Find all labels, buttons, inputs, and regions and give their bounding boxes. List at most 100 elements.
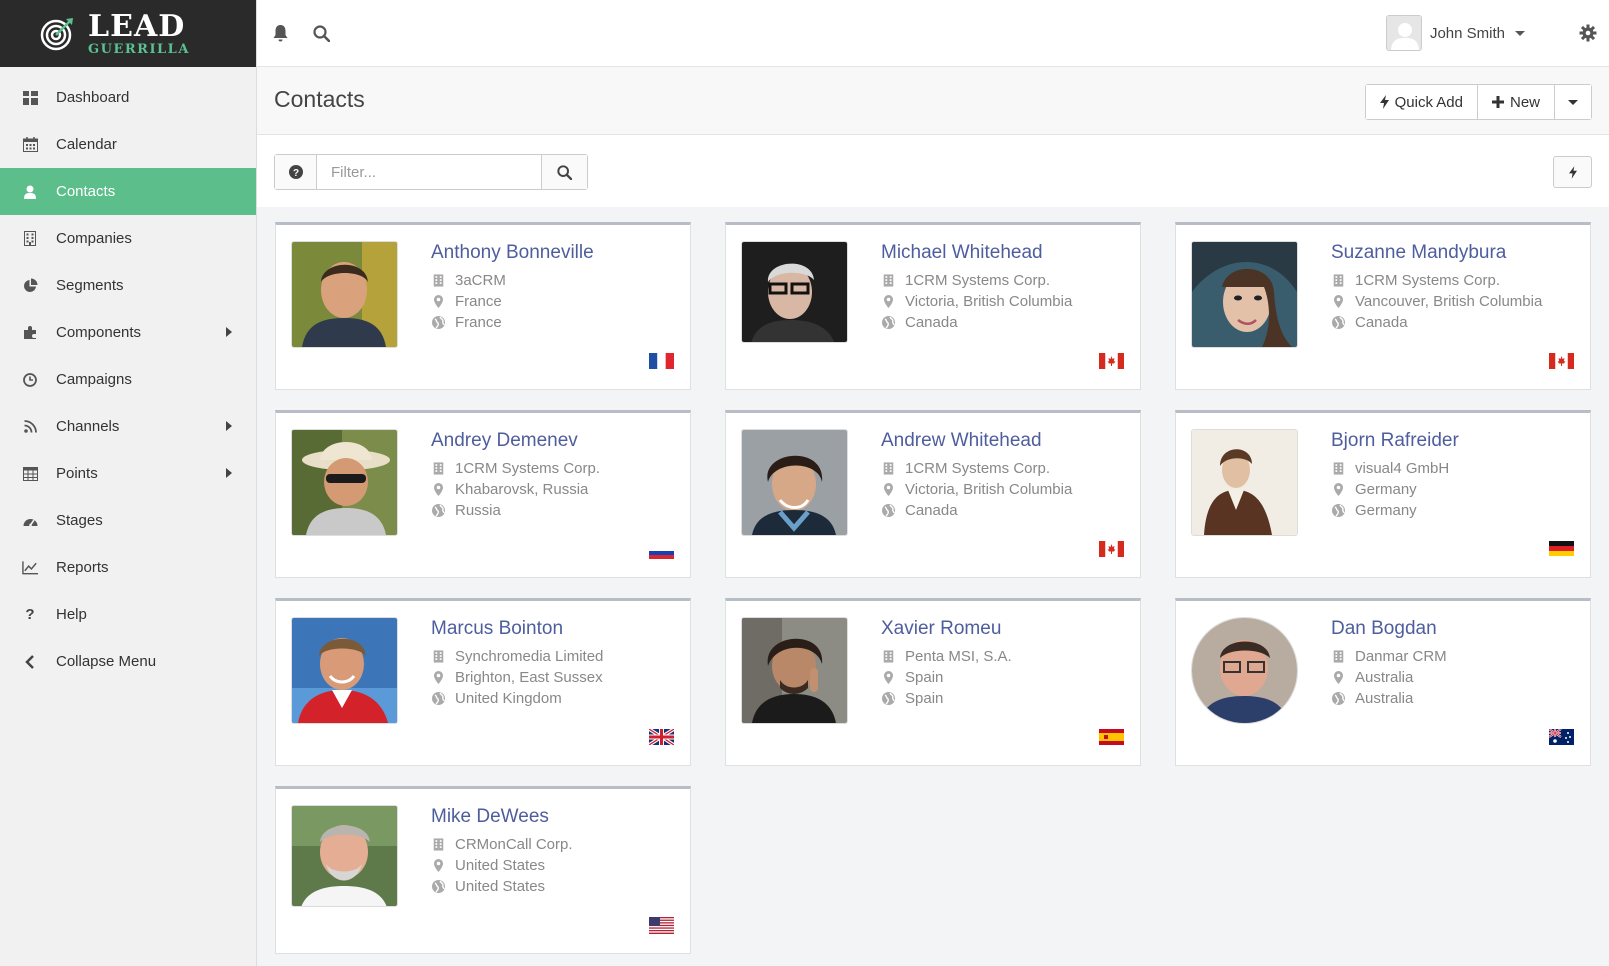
contact-country: Canada (905, 502, 958, 519)
contact-company-row: CRMonCall Corp. (431, 836, 573, 853)
map-marker-icon (431, 295, 445, 309)
logo[interactable]: LEAD GUERRILLA (0, 0, 256, 67)
contact-location-row: Australia (1331, 669, 1413, 686)
filter-search-button[interactable] (541, 155, 587, 189)
contact-card[interactable]: Xavier Romeu Penta MSI, S.A. Spain Spain (725, 598, 1141, 766)
more-actions-button[interactable] (1555, 85, 1591, 119)
contact-country: France (455, 314, 502, 331)
contact-card[interactable]: Andrey Demenev 1CRM Systems Corp. Khabar… (275, 410, 691, 578)
sidebar-item-segments[interactable]: Segments (0, 262, 256, 309)
contact-location-row: Khabarovsk, Russia (431, 481, 588, 498)
contact-country-row: Canada (1331, 314, 1408, 331)
sidebar-item-calendar[interactable]: Calendar (0, 121, 256, 168)
contact-company-row: Danmar CRM (1331, 648, 1447, 665)
contact-card[interactable]: Andrew Whitehead 1CRM Systems Corp. Vict… (725, 410, 1141, 578)
contact-location: Khabarovsk, Russia (455, 481, 589, 498)
map-marker-icon (1331, 483, 1345, 497)
sidebar-item-label: Contacts (56, 183, 116, 200)
contact-card[interactable]: Suzanne Mandybura 1CRM Systems Corp. Van… (1175, 222, 1591, 390)
contact-name[interactable]: Dan Bogdan (1331, 618, 1437, 640)
contact-card[interactable]: Michael Whitehead 1CRM Systems Corp. Vic… (725, 222, 1141, 390)
contact-location: Brighton, East Sussex (455, 669, 603, 686)
sidebar-item-campaigns[interactable]: Campaigns (0, 356, 256, 403)
sidebar-item-contacts[interactable]: Contacts (0, 168, 256, 215)
contact-location-row: France (431, 293, 502, 310)
contact-company-row: 1CRM Systems Corp. (1331, 272, 1500, 289)
building-icon (431, 274, 445, 288)
flag-ru-icon (649, 547, 674, 559)
globe-icon (881, 692, 895, 706)
contact-location: Victoria, British Columbia (905, 293, 1073, 310)
gear-icon[interactable] (1577, 22, 1599, 44)
building-icon (1331, 650, 1345, 664)
contact-location-row: United States (431, 857, 545, 874)
sidebar-item-dashboard[interactable]: Dashboard (0, 74, 256, 121)
filter-group: ? (274, 154, 588, 190)
sidebar-item-points[interactable]: Points (0, 450, 256, 497)
contact-country-row: Canada (881, 502, 958, 519)
contact-name[interactable]: Michael Whitehead (881, 242, 1043, 264)
caret-right-icon (226, 421, 232, 431)
quick-add-button[interactable]: Quick Add (1365, 85, 1478, 119)
contact-country-row: Russia (431, 502, 501, 519)
sidebar-nav: Dashboard Calendar Contacts Companies Se… (0, 67, 256, 685)
contact-country: Canada (1355, 314, 1408, 331)
sidebar-item-help[interactable]: ? Help (0, 591, 256, 638)
globe-icon (881, 316, 895, 330)
contact-name[interactable]: Suzanne Mandybura (1331, 242, 1506, 264)
contact-country: United States (455, 878, 546, 895)
filter-input[interactable] (317, 155, 541, 189)
flag-ca-icon (1099, 541, 1124, 557)
flag-ca-icon (1549, 353, 1574, 369)
contact-name[interactable]: Andrey Demenev (431, 430, 578, 452)
contact-card[interactable]: Mike DeWees CRMonCall Corp. United State… (275, 786, 691, 954)
contact-country-row: Spain (881, 690, 943, 707)
sidebar-item-companies[interactable]: Companies (0, 215, 256, 262)
plus-icon (1491, 96, 1504, 108)
globe-icon (431, 880, 445, 894)
sidebar-item-channels[interactable]: Channels (0, 403, 256, 450)
bell-icon[interactable] (269, 22, 291, 44)
sidebar-item-stages[interactable]: Stages (0, 497, 256, 544)
contact-card[interactable]: Dan Bogdan Danmar CRM Australia Australi… (1175, 598, 1591, 766)
globe-icon (1331, 504, 1345, 518)
contact-photo (292, 806, 397, 906)
contact-name[interactable]: Marcus Bointon (431, 618, 563, 640)
sidebar-item-collapse-menu[interactable]: Collapse Menu (0, 638, 256, 685)
filter-help-button[interactable]: ? (275, 155, 317, 189)
contact-name[interactable]: Andrew Whitehead (881, 430, 1042, 452)
contact-country: Germany (1355, 502, 1417, 519)
sidebar-item-label: Help (56, 606, 87, 623)
contact-company-row: 1CRM Systems Corp. (881, 272, 1050, 289)
contact-name[interactable]: Xavier Romeu (881, 618, 1001, 640)
contact-name[interactable]: Mike DeWees (431, 806, 549, 828)
contact-company: 1CRM Systems Corp. (1355, 272, 1501, 289)
contact-company-row: Penta MSI, S.A. (881, 648, 1012, 665)
avatar (1385, 15, 1422, 51)
new-button[interactable]: New (1477, 85, 1555, 119)
contact-company: CRMonCall Corp. (455, 836, 573, 853)
quick-filter-button[interactable] (1553, 156, 1592, 188)
contact-name[interactable]: Bjorn Rafreider (1331, 430, 1459, 452)
contact-name[interactable]: Anthony Bonneville (431, 242, 594, 264)
search-icon (557, 164, 572, 180)
user-menu[interactable]: John Smith (1385, 15, 1525, 51)
chevron-left-icon (22, 654, 38, 670)
contact-company: visual4 GmbH (1355, 460, 1450, 477)
contact-location: France (455, 293, 502, 310)
sidebar-item-label: Dashboard (56, 89, 130, 106)
search-icon[interactable] (310, 22, 332, 44)
contact-location-row: Brighton, East Sussex (431, 669, 603, 686)
contact-company-row: 3aCRM (431, 272, 506, 289)
contact-photo (742, 430, 847, 535)
contact-location-row: Germany (1331, 481, 1417, 498)
contact-card[interactable]: Anthony Bonneville 3aCRM France France (275, 222, 691, 390)
sidebar-item-components[interactable]: Components (0, 309, 256, 356)
contact-photo (1192, 430, 1297, 535)
map-marker-icon (881, 295, 895, 309)
flag-ca-icon (1099, 353, 1124, 369)
contact-location: Vancouver, British Columbia (1355, 293, 1543, 310)
sidebar-item-reports[interactable]: Reports (0, 544, 256, 591)
contact-card[interactable]: Bjorn Rafreider visual4 GmbH Germany Ger… (1175, 410, 1591, 578)
contact-card[interactable]: Marcus Bointon Synchromedia Limited Brig… (275, 598, 691, 766)
